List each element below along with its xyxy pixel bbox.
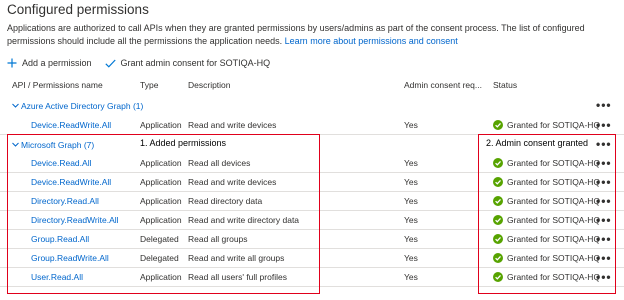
chevron-down-icon (11, 101, 20, 110)
admin-consent-required: Yes (404, 272, 418, 282)
permission-name-link[interactable]: Device.Read.All (31, 154, 91, 172)
permission-type: Application (140, 196, 182, 206)
added-permissions-annotation: 1. Added permissions (140, 138, 227, 148)
chevron-down-icon (11, 140, 20, 149)
more-options-icon[interactable]: ••• (596, 192, 612, 210)
status-cell: Granted for SOTIQA-HQ (493, 116, 600, 134)
admin-consent-required: Yes (404, 177, 418, 187)
column-header-admin-consent[interactable]: Admin consent req... (404, 80, 482, 90)
table-row: Device.ReadWrite.All Application Read and … (0, 173, 624, 192)
column-header-description[interactable]: Description (188, 80, 231, 90)
check-circle-icon (493, 158, 503, 168)
add-permission-button[interactable]: Add a permission (7, 58, 92, 68)
more-options-icon[interactable]: ••• (596, 230, 612, 248)
permission-type: Application (140, 120, 182, 130)
check-circle-icon (493, 120, 503, 130)
check-circle-icon (493, 234, 503, 244)
status-text: Granted for SOTIQA-HQ (507, 120, 601, 130)
page-title: Configured permissions (7, 2, 149, 17)
permission-name-link[interactable]: Directory.Read.All (31, 192, 99, 210)
check-circle-icon (493, 253, 503, 263)
status-cell: Granted for SOTIQA-HQ (493, 154, 600, 172)
check-circle-icon (493, 215, 503, 225)
status-text: Granted for SOTIQA-HQ (507, 234, 601, 244)
permission-description: Read and write devices (188, 120, 277, 130)
permission-description: Read and write directory data (188, 215, 300, 225)
more-options-icon[interactable]: ••• (596, 173, 612, 191)
status-cell: Granted for SOTIQA-HQ (493, 211, 600, 229)
check-circle-icon (493, 196, 503, 206)
check-circle-icon (493, 177, 503, 187)
status-cell: Granted for SOTIQA-HQ (493, 192, 600, 210)
table-row: Device.ReadWrite.All Application Read and … (0, 116, 624, 135)
admin-consent-required: Yes (404, 234, 418, 244)
admin-consent-required: Yes (404, 253, 418, 263)
column-header-type[interactable]: Type (140, 80, 158, 90)
permission-description: Read and write all groups (188, 253, 285, 263)
admin-consent-annotation: 2. Admin consent granted (486, 138, 589, 148)
table-row: Group.ReadWrite.All Delegated Read and wri… (0, 249, 624, 268)
permission-description: Read all users' full profiles (188, 272, 287, 282)
learn-more-link[interactable]: Learn more about permissions and consent (285, 36, 458, 46)
more-options-icon[interactable]: ••• (596, 268, 612, 286)
permission-description: Read and write devices (188, 177, 277, 187)
intro-text: Applications are authorized to call APIs… (7, 22, 619, 48)
permission-type: Delegated (140, 253, 179, 263)
permission-name-link[interactable]: Device.ReadWrite.All (31, 116, 111, 134)
table-row: Directory.ReadWrite.All Application Read a… (0, 211, 624, 230)
check-circle-icon (493, 272, 503, 282)
status-cell: Granted for SOTIQA-HQ (493, 230, 600, 248)
status-text: Granted for SOTIQA-HQ (507, 215, 601, 225)
status-cell: Granted for SOTIQA-HQ (493, 249, 600, 267)
status-text: Granted for SOTIQA-HQ (507, 253, 601, 263)
group-name: Microsoft Graph (7) (21, 139, 95, 150)
permission-name-link[interactable]: User.Read.All (31, 268, 83, 286)
status-text: Granted for SOTIQA-HQ (507, 158, 601, 168)
permission-type: Application (140, 215, 182, 225)
permission-name-link[interactable]: Device.ReadWrite.All (31, 173, 111, 191)
permission-description: Read directory data (188, 196, 263, 206)
more-options-icon[interactable]: ••• (596, 211, 612, 229)
admin-consent-required: Yes (404, 158, 418, 168)
more-options-icon[interactable]: ••• (596, 249, 612, 267)
permission-type: Application (140, 158, 182, 168)
status-cell: Granted for SOTIQA-HQ (493, 173, 600, 191)
group-header[interactable]: Microsoft Graph (7) (11, 139, 94, 150)
table-row: User.Read.All Application Read all users' … (0, 268, 624, 287)
more-options-icon[interactable]: ••• (596, 116, 612, 134)
table-row: Group.Read.All Delegated Read all groups Ye… (0, 230, 624, 249)
plus-icon (7, 58, 17, 68)
permission-type: Application (140, 272, 182, 282)
permission-name-link[interactable]: Directory.ReadWrite.All (31, 211, 119, 229)
column-header-status[interactable]: Status (493, 80, 517, 90)
status-text: Granted for SOTIQA-HQ (507, 177, 601, 187)
more-options-icon[interactable]: ••• (596, 98, 612, 112)
table-row: Device.Read.All Application Read all devic… (0, 154, 624, 173)
column-header-api[interactable]: API / Permissions name (12, 80, 103, 90)
grant-admin-consent-button[interactable]: Grant admin consent for SOTIQA-HQ (104, 58, 271, 68)
status-text: Granted for SOTIQA-HQ (507, 272, 601, 282)
table-row: Directory.Read.All Application Read direct… (0, 192, 624, 211)
group-header[interactable]: Azure Active Directory Graph (1) (11, 100, 143, 111)
status-cell: Granted for SOTIQA-HQ (493, 268, 600, 286)
permission-name-link[interactable]: Group.Read.All (31, 230, 89, 248)
more-options-icon[interactable]: ••• (596, 154, 612, 172)
add-permission-label: Add a permission (22, 58, 92, 68)
admin-consent-required: Yes (404, 196, 418, 206)
checkmark-icon (104, 59, 116, 68)
permission-type: Application (140, 177, 182, 187)
admin-consent-required: Yes (404, 120, 418, 130)
permission-type: Delegated (140, 234, 179, 244)
group-name: Azure Active Directory Graph (1) (21, 100, 144, 111)
admin-consent-required: Yes (404, 215, 418, 225)
more-options-icon[interactable]: ••• (596, 137, 612, 151)
toolbar: Add a permission Grant admin consent for… (7, 56, 283, 70)
grant-admin-consent-label: Grant admin consent for SOTIQA-HQ (120, 58, 271, 68)
permission-description: Read all groups (188, 234, 248, 244)
status-text: Granted for SOTIQA-HQ (507, 196, 601, 206)
permission-description: Read all devices (188, 158, 251, 168)
permission-name-link[interactable]: Group.ReadWrite.All (31, 249, 109, 267)
